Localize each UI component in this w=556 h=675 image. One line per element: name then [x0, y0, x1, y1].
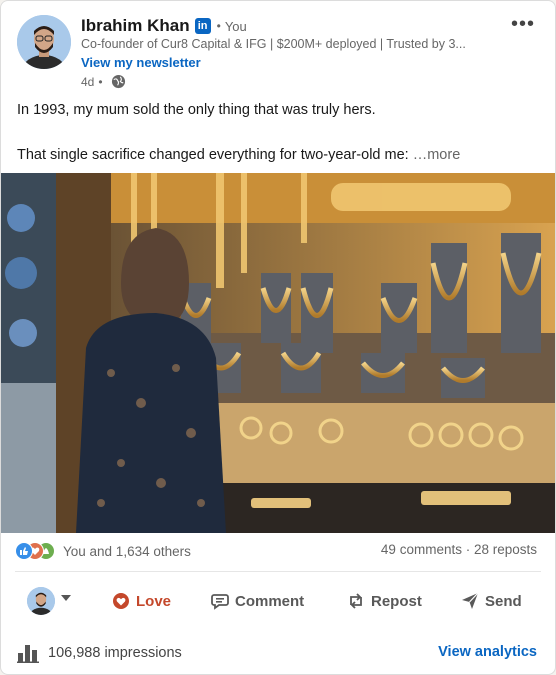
- you-label: You: [224, 18, 247, 34]
- comment-icon: [211, 594, 229, 610]
- reaction-icons: [15, 542, 63, 560]
- repost-button[interactable]: Repost: [347, 589, 422, 613]
- repost-icon: [350, 593, 362, 609]
- linkedin-premium-icon: in: [194, 18, 211, 34]
- post-card: Ibrahim Khan in • You Co-founder of Cur8…: [0, 0, 556, 675]
- globe-icon: [111, 74, 125, 89]
- post-footer: 106,988 impressions View analytics: [17, 641, 537, 665]
- love-button[interactable]: Love: [112, 589, 171, 613]
- see-more-link[interactable]: …more: [413, 147, 461, 163]
- impressions-label: 106,988 impressions: [48, 645, 182, 661]
- author-name[interactable]: Ibrahim Khan: [81, 16, 190, 36]
- author-avatar[interactable]: [17, 15, 71, 69]
- more-options-icon[interactable]: •••: [511, 13, 535, 36]
- post-text-line-2-content: That single sacrifice changed everything…: [17, 147, 409, 163]
- bar-chart-icon: [17, 645, 39, 663]
- like-icon: [15, 542, 33, 560]
- send-icon: [462, 592, 479, 609]
- reactions-summary[interactable]: You and 1,634 others: [15, 542, 191, 560]
- send-button[interactable]: Send: [461, 589, 522, 613]
- love-label: Love: [136, 592, 172, 610]
- comment-button[interactable]: Comment: [211, 589, 304, 613]
- reactions-label: You and 1,634 others: [63, 543, 191, 559]
- post-meta: 4d •: [81, 74, 126, 89]
- reacting-as-avatar[interactable]: [27, 587, 55, 615]
- action-bar: Love Comment Repost Send: [1, 579, 555, 623]
- chevron-down-icon[interactable]: [61, 595, 71, 601]
- divider: [15, 571, 541, 572]
- view-analytics-link[interactable]: View analytics: [438, 644, 537, 660]
- post-image[interactable]: [1, 173, 555, 533]
- meta-separator: •: [98, 74, 103, 89]
- impressions-count[interactable]: 106,988 impressions: [17, 643, 182, 663]
- post-text-line-2: That single sacrifice changed everything…: [17, 145, 541, 165]
- separator-dot: •: [216, 19, 221, 33]
- love-icon: [113, 593, 129, 609]
- comment-label: Comment: [235, 592, 305, 610]
- post-text: In 1993, my mum sold the only thing that…: [17, 100, 541, 165]
- author-name-row: Ibrahim Khan in • You: [81, 15, 247, 37]
- post-text-line-1: In 1993, my mum sold the only thing that…: [17, 102, 376, 118]
- author-headline: Co-founder of Cur8 Capital & IFG | $200M…: [81, 37, 466, 51]
- repost-label: Repost: [371, 592, 422, 610]
- post-age: 4d: [81, 74, 95, 89]
- send-label: Send: [485, 592, 522, 610]
- post-header: Ibrahim Khan in • You Co-founder of Cur8…: [17, 13, 539, 93]
- view-newsletter-link[interactable]: View my newsletter: [81, 55, 201, 70]
- social-counts: You and 1,634 others 49 comments · 28 re…: [15, 542, 537, 562]
- comments-reposts-count[interactable]: 49 comments · 28 reposts: [381, 542, 537, 557]
